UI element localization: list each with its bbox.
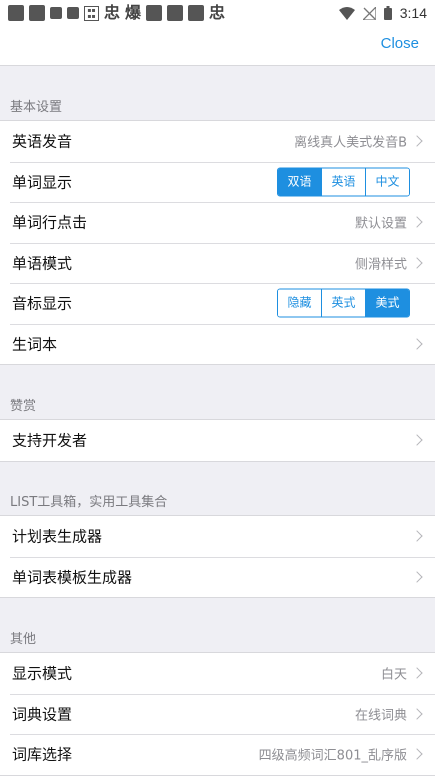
word-display-option-english[interactable]: 英语 <box>321 168 365 196</box>
chevron-right-icon <box>411 216 423 228</box>
wifi-icon <box>338 6 355 20</box>
chevron-right-icon <box>411 135 423 147</box>
app-notification-icon <box>167 5 184 21</box>
row-label: 单词表模板生成器 <box>12 568 133 587</box>
chevron-right-icon <box>411 667 423 679</box>
chevron-right-icon <box>411 530 423 542</box>
plan-generator-row[interactable]: 计划表生成器 <box>0 516 435 557</box>
row-label: 词库选择 <box>12 745 73 764</box>
word-display-option-bilingual[interactable]: 双语 <box>278 168 321 196</box>
app-notification-icon <box>29 5 45 21</box>
display-mode-row[interactable]: 显示模式 白天 <box>0 653 435 694</box>
row-label: 生词本 <box>12 335 58 354</box>
tools-group: 计划表生成器 单词表模板生成器 <box>0 515 435 598</box>
chevron-right-icon <box>411 748 423 760</box>
phonetic-option-british[interactable]: 英式 <box>321 289 365 317</box>
word-display-option-chinese[interactable]: 中文 <box>365 168 409 196</box>
phonetic-option-american[interactable]: 美式 <box>365 289 409 317</box>
row-value: 在线词典 <box>354 708 407 724</box>
row-label: 单词行点击 <box>12 213 88 232</box>
app-notification-icon: 忠 <box>104 3 121 22</box>
app-notification-icon <box>67 7 79 19</box>
clock: 3:14 <box>399 5 427 21</box>
row-value: 侧滑样式 <box>354 257 407 273</box>
app-notification-icon <box>146 5 163 21</box>
support-group: 支持开发者 <box>0 419 435 462</box>
close-button[interactable]: Close <box>381 35 419 52</box>
basic-settings-group: 英语发音 离线真人美式发音B 单词显示 双语 英语 中文 单词行点击 默认设置 … <box>0 120 435 365</box>
row-value: 默认设置 <box>354 216 407 232</box>
row-label: 单语模式 <box>12 254 73 273</box>
section-header-support: 赞赏 <box>10 399 37 414</box>
word-display-segmented-control: 双语 英语 中文 <box>277 167 410 197</box>
row-label: 单词显示 <box>12 173 73 192</box>
chevron-right-icon <box>411 338 423 350</box>
chevron-right-icon <box>411 571 423 583</box>
row-value: 四级高频词汇801_乱序版 <box>258 748 407 764</box>
row-label: 词典设置 <box>12 705 73 724</box>
pronunciation-row[interactable]: 英语发音 离线真人美式发音B <box>0 121 435 162</box>
row-value: 离线真人美式发音B <box>294 135 407 151</box>
word-display-row: 单词显示 双语 英语 中文 <box>0 161 435 203</box>
phonetic-segmented-control: 隐藏 英式 美式 <box>277 288 410 318</box>
app-notification-icon: 忠 <box>209 3 226 22</box>
phonetic-display-row: 音标显示 隐藏 英式 美式 <box>0 283 435 324</box>
word-template-generator-row[interactable]: 单词表模板生成器 <box>0 556 435 598</box>
row-label: 支持开发者 <box>12 431 88 450</box>
row-label: 计划表生成器 <box>12 527 103 546</box>
section-header-tools: LIST工具箱，实用工具集合 <box>10 495 168 510</box>
no-signal-icon <box>362 6 376 20</box>
word-mode-row[interactable]: 单语模式 侧滑样式 <box>0 242 435 284</box>
row-label: 显示模式 <box>12 664 73 683</box>
notification-icons: ▪▪ ▪▪ 忠 爆 忠 <box>8 5 225 21</box>
phonetic-option-hide[interactable]: 隐藏 <box>278 289 321 317</box>
section-header-basic: 基本设置 <box>10 100 63 115</box>
row-label: 音标显示 <box>12 294 73 313</box>
section-header-other: 其他 <box>10 632 37 647</box>
dictionary-settings-row[interactable]: 词典设置 在线词典 <box>0 693 435 735</box>
chevron-right-icon <box>411 257 423 269</box>
word-bank-row[interactable]: 词库选择 四级高频词汇801_乱序版 <box>0 734 435 775</box>
support-developer-row[interactable]: 支持开发者 <box>0 420 435 461</box>
status-bar: ▪▪ ▪▪ 忠 爆 忠 3:14 <box>0 0 435 26</box>
vocab-book-row[interactable]: 生词本 <box>0 323 435 365</box>
row-tap-setting-row[interactable]: 单词行点击 默认设置 <box>0 202 435 243</box>
app-notification-icon: ▪▪ ▪▪ <box>84 5 99 21</box>
app-notification-icon <box>188 5 205 21</box>
app-notification-icon: 爆 <box>125 3 142 22</box>
row-label: 英语发音 <box>12 132 73 151</box>
other-group: 显示模式 白天 词典设置 在线词典 词库选择 四级高频词汇801_乱序版 <box>0 652 435 776</box>
app-notification-icon <box>8 5 24 21</box>
battery-icon <box>383 6 392 20</box>
navigation-bar: Close <box>0 26 435 66</box>
app-notification-icon <box>50 7 62 19</box>
chevron-right-icon <box>411 708 423 720</box>
chevron-right-icon <box>411 434 423 446</box>
row-value: 白天 <box>380 667 407 683</box>
